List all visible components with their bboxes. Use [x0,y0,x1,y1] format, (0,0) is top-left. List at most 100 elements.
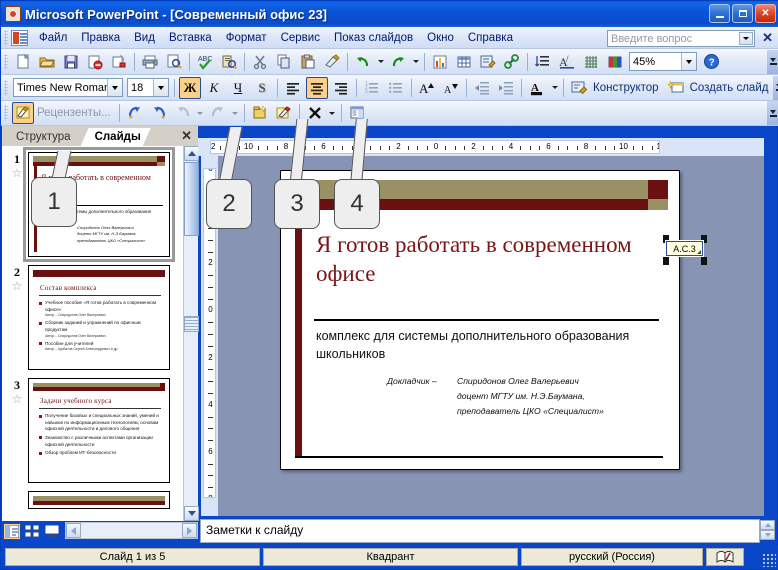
new-slide-label[interactable]: Создать слайд [688,82,774,94]
menu-slideshow[interactable]: Показ слайдов [327,29,420,47]
reviewing-toolbar-overflow[interactable] [767,101,778,125]
status-spell-check[interactable] [706,548,744,566]
slide-thumbnail-3[interactable]: Задачи учебного курса Получение базовых … [28,378,170,483]
italic-button[interactable]: К [203,77,225,99]
insert-diagram-icon[interactable] [477,51,499,73]
scrollbar-split-grip[interactable] [184,316,199,332]
slide-thumbnail-item[interactable] [2,485,183,509]
research-icon[interactable] [218,51,240,73]
expand-all-icon[interactable] [532,51,554,73]
markup-toggle-icon[interactable] [12,102,34,124]
standard-toolbar-overflow[interactable] [767,49,778,74]
slide-thumbnail-item[interactable]: 1 ☆ Я готов работать в современном офисе… [2,146,183,262]
standard-toolbar-grip[interactable] [4,53,8,70]
thumbnail-horizontal-scrollbar[interactable] [65,522,198,539]
tab-slides[interactable]: Слайды [81,128,151,146]
menubar-close-icon[interactable]: ✕ [762,30,773,46]
next-item-icon[interactable] [148,102,170,124]
slide-design-icon[interactable] [568,77,590,99]
new-document-icon[interactable] [12,51,34,73]
copy-icon[interactable] [273,51,295,73]
slide-thumbnail-item[interactable]: 3 ☆ Задачи учебного курса Получение базо… [2,372,183,485]
scrollbar-thumb[interactable] [184,162,199,236]
menu-view[interactable]: Вид [127,29,162,47]
notes-scroll-up-button[interactable] [760,520,775,530]
slide-thumbnail-item[interactable]: 2 ☆ Состав комплекса Учебное пособие «Я … [2,259,183,372]
tab-outline[interactable]: Структура [2,128,81,146]
normal-view-button[interactable] [3,522,21,540]
align-left-button[interactable] [282,77,304,99]
font-name-dropdown-icon[interactable] [107,79,122,96]
slide-thumbnail-4[interactable] [28,491,170,509]
increase-indent-button[interactable] [495,77,517,99]
menu-grip[interactable] [4,29,8,46]
insert-table-icon[interactable] [453,51,475,73]
scroll-up-button[interactable] [184,146,199,161]
maximize-button[interactable] [732,4,753,23]
microsoft-help-icon[interactable]: ? [700,51,722,73]
bulleted-list-button[interactable] [385,77,407,99]
menu-tools[interactable]: Сервис [274,29,327,47]
close-button[interactable]: ✕ [755,4,776,23]
chevron-down-icon[interactable] [739,32,753,45]
spelling-check-icon[interactable]: ABC [194,51,216,73]
apply-change-dropdown-icon[interactable] [195,102,206,124]
comment-handle[interactable] [701,257,707,265]
edit-comment-icon[interactable] [273,102,295,124]
scroll-right-button[interactable] [182,523,197,538]
unapply-change-icon[interactable] [207,102,229,124]
align-right-button[interactable] [330,77,352,99]
increase-font-size-button[interactable]: A [416,77,438,99]
slide-sorter-view-button[interactable] [23,523,41,540]
slide-design-label[interactable]: Конструктор [591,82,664,94]
font-color-button[interactable]: A [526,77,548,99]
minimize-button[interactable] [709,4,730,23]
color-scheme-icon[interactable] [604,51,626,73]
redo-icon[interactable] [387,51,409,73]
slide-show-view-button[interactable] [43,523,61,540]
slide-thumbnail-list[interactable]: 1 ☆ Я готов работать в современном офисе… [2,146,183,521]
slide-subtitle[interactable]: комплекс для системы дополнительного обр… [316,327,661,363]
notes-pane[interactable]: Заметки к слайду [200,519,760,543]
redo-dropdown-icon[interactable] [410,51,421,73]
menu-window[interactable]: Окно [420,29,461,47]
status-language[interactable]: русский (Россия) [521,548,703,566]
text-shadow-button[interactable]: S [251,77,273,99]
slide-title[interactable]: Я готов работать в современном офисе [316,231,659,289]
insert-chart-icon[interactable] [429,51,451,73]
comment-handle[interactable] [663,257,669,265]
close-pane-icon[interactable]: ✕ [181,128,192,144]
slide-presenter-block[interactable]: Докладчик – Спиридонов Олег Валерьевич д… [387,374,661,419]
menu-file[interactable]: Файл [32,29,74,47]
numbered-list-button[interactable]: 123 [361,77,383,99]
unapply-change-dropdown-icon[interactable] [230,102,241,124]
undo-icon[interactable] [352,51,374,73]
window-resize-grip[interactable] [762,553,776,567]
decrease-indent-button[interactable] [471,77,493,99]
new-slide-icon[interactable] [665,77,687,99]
show-formatting-icon[interactable]: A / [556,51,578,73]
font-size-combo[interactable]: 18 [127,78,169,97]
horizontal-ruler[interactable]: 12108642024681012 [198,138,764,156]
notes-scrollbar[interactable] [760,520,775,542]
font-size-dropdown-icon[interactable] [153,79,168,96]
scroll-left-button[interactable] [66,523,81,538]
formatting-toolbar-grip[interactable] [4,79,8,96]
bold-button[interactable]: Ж [179,76,201,99]
apply-change-icon[interactable] [172,102,194,124]
ask-a-question-box[interactable]: Введите вопрос [607,30,755,47]
paste-icon[interactable] [297,51,319,73]
menu-edit[interactable]: Правка [74,29,127,47]
scroll-down-button[interactable] [184,506,199,521]
cut-scissors-icon[interactable] [249,51,271,73]
insert-hyperlink-icon[interactable] [501,51,523,73]
zoom-dropdown-icon[interactable] [681,53,696,70]
permission-icon[interactable] [108,51,130,73]
undo-dropdown-icon[interactable] [375,51,386,73]
previous-item-icon[interactable] [124,102,146,124]
save-floppy-icon[interactable] [60,51,82,73]
open-folder-icon[interactable] [36,51,58,73]
align-center-button[interactable] [306,76,328,99]
reviewing-toolbar-grip[interactable] [4,105,8,121]
format-painter-icon[interactable] [321,51,343,73]
